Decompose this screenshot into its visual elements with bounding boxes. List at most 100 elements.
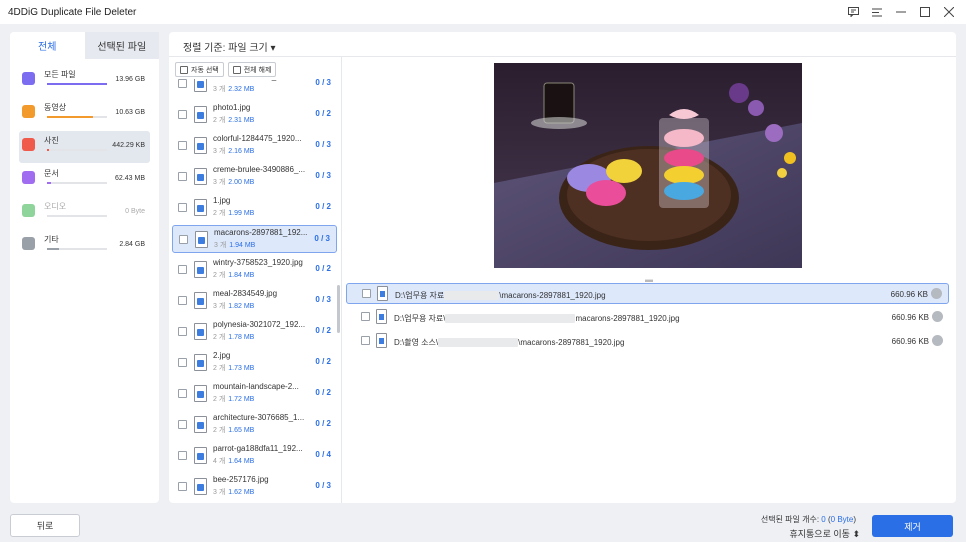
- file-checkbox[interactable]: [178, 172, 187, 181]
- auto-select-button[interactable]: 자동 선택: [175, 62, 224, 77]
- file-list-item[interactable]: photo1.jpg 2 개 2.31 MB 0 / 2: [172, 101, 337, 129]
- other-icon: [22, 237, 35, 250]
- category-usage-bar: [47, 149, 107, 151]
- document-icon: [22, 171, 35, 184]
- file-list-item[interactable]: parrot-ga188dfa11_192... 4 개 1.64 MB 0 / 4: [172, 442, 337, 470]
- image-file-icon: [194, 323, 207, 340]
- category-usage-bar: [47, 83, 107, 85]
- file-list-item[interactable]: burano-2420187_1920... 3 개2.32 MB 0 / 3: [172, 79, 337, 98]
- image-file-icon: [194, 447, 207, 464]
- sort-dropdown[interactable]: 정렬 기준: 파일 크기 ▾: [183, 39, 276, 54]
- file-checkbox[interactable]: [178, 203, 187, 212]
- category-panel: 전체 선택된 파일 모든 파일 13.96 GB 동영상 10.63 GB 사진 442.…: [10, 32, 159, 503]
- duplicate-row[interactable]: D:\업무용 자료\macarons-2897881_1920.jpg660.9…: [346, 307, 949, 328]
- category-item[interactable]: 모든 파일 13.96 GB: [19, 65, 150, 97]
- minimize-icon[interactable]: [892, 3, 910, 21]
- file-count: 3 개: [213, 303, 226, 310]
- remove-button[interactable]: 제거: [872, 515, 953, 537]
- image-file-icon: [194, 106, 207, 123]
- file-list-scrollbar[interactable]: [337, 285, 340, 333]
- file-name: polynesia-3021072_192...: [213, 320, 306, 329]
- file-list-item[interactable]: meal-2834549.jpg 3 개 1.82 MB 0 / 3: [172, 287, 337, 315]
- file-list-item[interactable]: 1.jpg 2 개 1.99 MB 0 / 2: [172, 194, 337, 222]
- category-item[interactable]: 문서 62.43 MB: [19, 164, 150, 196]
- file-list-item[interactable]: creme-brulee-3490886_... 3 개 2.00 MB 0 / 3: [172, 163, 337, 191]
- duplicate-checkbox[interactable]: [362, 289, 371, 298]
- view-icon[interactable]: [932, 311, 943, 322]
- file-checkbox[interactable]: [178, 296, 187, 305]
- menu-icon[interactable]: [868, 3, 886, 21]
- tab-selected-files[interactable]: 선택된 파일: [84, 32, 159, 59]
- duplicate-checkbox[interactable]: [361, 312, 370, 321]
- file-list-item[interactable]: architecture-3076685_1... 2 개 1.65 MB 0 / 2: [172, 411, 337, 439]
- file-list-item[interactable]: polynesia-3021072_192... 2 개 1.78 MB 0 / 2: [172, 318, 337, 346]
- file-checkbox[interactable]: [178, 451, 187, 460]
- view-icon[interactable]: [932, 335, 943, 346]
- maximize-icon[interactable]: [916, 3, 934, 21]
- category-item[interactable]: 동영상 10.63 GB: [19, 98, 150, 130]
- path-suffix: macarons-2897881_1920.jpg: [575, 314, 680, 323]
- duplicate-selected-count: 0 / 3: [314, 234, 330, 243]
- category-size: 2.84 GB: [119, 241, 145, 248]
- selected-files-label: 선택된 파일 개수:: [760, 515, 822, 524]
- category-item[interactable]: 사진 442.29 KB: [19, 131, 150, 163]
- feedback-icon[interactable]: [844, 3, 862, 21]
- file-meta: 2 개 1.84 MB: [213, 270, 254, 280]
- file-size: 1.99 MB: [228, 210, 255, 217]
- selected-size: 0 Byte: [830, 515, 854, 524]
- file-checkbox[interactable]: [178, 420, 187, 429]
- file-list[interactable]: burano-2420187_1920...3 개2.32 MB0 / 3 pho…: [169, 79, 337, 503]
- file-checkbox[interactable]: [178, 482, 187, 491]
- audio-icon: [22, 204, 35, 217]
- file-count: 3 개: [213, 489, 226, 496]
- file-checkbox[interactable]: [178, 110, 187, 119]
- file-list-item[interactable]: colorful-1284475_1920... 3 개 2.16 MB 0 / 3: [172, 132, 337, 160]
- tab-all[interactable]: 전체: [10, 32, 85, 59]
- close-icon[interactable]: [940, 3, 958, 21]
- duplicate-selected-count: 0 / 2: [315, 326, 331, 335]
- selected-count: 0: [821, 515, 826, 524]
- auto-select-label: 자동 선택: [191, 66, 219, 74]
- window-controls: [844, 3, 958, 21]
- file-list-item[interactable]: 2.jpg 2 개 1.73 MB 0 / 2: [172, 349, 337, 377]
- file-size: 1.94 MB: [229, 242, 256, 249]
- image-file-icon: [194, 261, 207, 278]
- file-checkbox[interactable]: [178, 265, 187, 274]
- file-list-item[interactable]: wintry-3758523_1920.jpg 2 개 1.84 MB 0 / 2: [172, 256, 337, 284]
- view-icon[interactable]: [931, 288, 942, 299]
- file-name: meal-2834549.jpg: [213, 289, 278, 298]
- back-button[interactable]: 뒤로: [10, 514, 80, 537]
- clear-all-icon: [232, 65, 241, 74]
- category-item[interactable]: 오디오 0 Byte: [19, 197, 150, 229]
- file-list-item[interactable]: macarons-2897881_192... 3 개 1.94 MB 0 / 3: [172, 225, 337, 253]
- duplicate-selected-count: 0 / 3: [315, 79, 331, 87]
- clear-all-button[interactable]: 전체 해제: [227, 62, 277, 77]
- file-checkbox[interactable]: [178, 79, 187, 88]
- duplicate-row[interactable]: D:\촬영 소스\ \macarons-2897881_1920.jpg 660.9…: [346, 331, 949, 352]
- file-size: 1.82 MB: [228, 303, 255, 310]
- file-list-item[interactable]: mountain-landscape-2... 2 개 1.72 MB 0 / 2: [172, 380, 337, 408]
- redacted-path: [438, 338, 519, 348]
- file-meta: 2 개 1.78 MB: [213, 332, 254, 342]
- file-size: 2.31 MB: [228, 117, 255, 124]
- file-checkbox[interactable]: [178, 389, 187, 398]
- duplicate-checkbox[interactable]: [361, 336, 370, 345]
- file-meta: 3 개 1.94 MB: [214, 240, 255, 250]
- file-checkbox[interactable]: [178, 327, 187, 336]
- file-name: macarons-2897881_192...: [214, 228, 308, 237]
- file-size: 1.65 MB: [228, 427, 255, 434]
- category-name: 오디오: [44, 202, 67, 211]
- file-list-item[interactable]: bee-257176.jpg 3 개 1.62 MB 0 / 3: [172, 473, 337, 501]
- image-file-icon: [194, 416, 207, 433]
- video-icon: [22, 105, 35, 118]
- app-title: 4DDiG Duplicate File Deleter: [8, 6, 137, 18]
- move-to-trash-dropdown[interactable]: 휴지통으로 이동 ⬍: [789, 527, 860, 540]
- file-count: 2 개: [213, 210, 226, 217]
- category-name: 동영상: [44, 103, 67, 112]
- file-checkbox[interactable]: [179, 235, 188, 244]
- category-item[interactable]: 기타 2.84 GB: [19, 230, 150, 262]
- file-checkbox[interactable]: [178, 141, 187, 150]
- duplicate-row[interactable]: D:\업무용 자료\macarons-2897881_1920.jpg660.9…: [346, 283, 949, 304]
- file-meta: 3 개 2.00 MB: [213, 177, 254, 187]
- file-checkbox[interactable]: [178, 358, 187, 367]
